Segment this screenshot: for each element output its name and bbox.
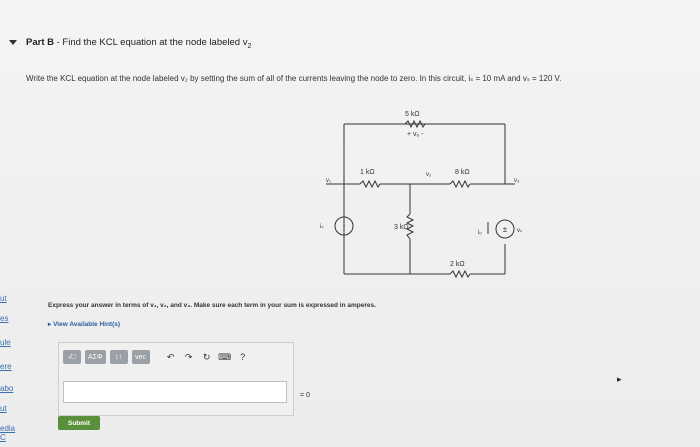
equals-zero-label: = 0 bbox=[300, 392, 310, 399]
redo-icon[interactable]: ↷ bbox=[182, 352, 196, 363]
rail-item[interactable]: edia C bbox=[0, 424, 16, 442]
collapse-toggle-icon[interactable] bbox=[9, 40, 17, 45]
rail-item[interactable]: ut bbox=[0, 404, 7, 413]
vo-label: + vₒ - bbox=[407, 131, 424, 138]
left-rail: ut es ule ere abo ut edia C bbox=[0, 290, 16, 447]
part-label: Part B bbox=[26, 37, 54, 48]
voltage-source-sign-icon: ± bbox=[503, 225, 508, 234]
r1-label: 1 kΩ bbox=[360, 169, 375, 176]
view-hints-label[interactable]: View Available Hint(s) bbox=[53, 321, 120, 328]
answer-editor: √□ ΑΣΦ ↕↑ vec ↶ ↷ ↻ ⌨ ? bbox=[58, 342, 294, 416]
rail-item[interactable]: ule bbox=[0, 338, 11, 347]
current-source-arrow-icon: ↑ bbox=[342, 222, 346, 231]
answer-input[interactable] bbox=[63, 381, 287, 403]
is-label: iₛ bbox=[320, 224, 324, 230]
io-label: iₒ bbox=[478, 230, 482, 236]
editor-toolbar: √□ ΑΣΦ ↕↑ vec ↶ ↷ ↻ ⌨ ? bbox=[63, 349, 250, 365]
help-icon[interactable]: ? bbox=[236, 352, 250, 362]
keyboard-icon[interactable]: ⌨ bbox=[218, 352, 232, 363]
part-title-sub: 2 bbox=[247, 42, 252, 50]
instruction-text: Write the KCL equation at the node label… bbox=[26, 74, 562, 83]
submit-button[interactable]: Submit bbox=[58, 416, 100, 430]
rail-item[interactable]: es bbox=[0, 314, 8, 323]
arrows-button[interactable]: ↕↑ bbox=[109, 350, 128, 364]
mouse-cursor-icon: ▸ bbox=[617, 374, 622, 384]
page: ut es ule ere abo ut edia C Part B - Fin… bbox=[0, 0, 700, 447]
r2-label: 8 kΩ bbox=[455, 169, 470, 176]
view-hints-link[interactable]: ▸ View Available Hint(s) bbox=[48, 320, 120, 328]
templates-button[interactable]: √□ bbox=[63, 350, 81, 364]
v3-label: v₃ bbox=[514, 178, 520, 184]
vs-label: vₛ bbox=[517, 228, 522, 234]
undo-icon[interactable]: ↶ bbox=[164, 352, 178, 363]
r-top-label: 5 kΩ bbox=[405, 111, 420, 118]
express-instruction: Express your answer in terms of v₁, v₂, … bbox=[48, 302, 376, 309]
v2-label: v₂ bbox=[426, 172, 432, 178]
part-title: Part B - Find the KCL equation at the no… bbox=[26, 37, 251, 50]
rail-item[interactable]: ere bbox=[0, 362, 12, 371]
part-title-text: - Find the KCL equation at the node labe… bbox=[53, 37, 248, 48]
r3-label: 3 kΩ bbox=[394, 224, 409, 231]
v1-label: v₁ bbox=[326, 178, 331, 184]
circuit-diagram: ↑ ± 5 kΩ + vₒ - 1 kΩ v₁ v₂ 8 kΩ v₃ 3 kΩ … bbox=[320, 111, 522, 279]
reset-icon[interactable]: ↻ bbox=[200, 352, 214, 363]
r4-label: 2 kΩ bbox=[450, 261, 465, 268]
greek-symbols-button[interactable]: ΑΣΦ bbox=[85, 350, 106, 364]
rail-item[interactable]: ut bbox=[0, 294, 7, 303]
rail-item[interactable]: abo bbox=[0, 384, 13, 393]
vector-button[interactable]: vec bbox=[131, 350, 150, 364]
